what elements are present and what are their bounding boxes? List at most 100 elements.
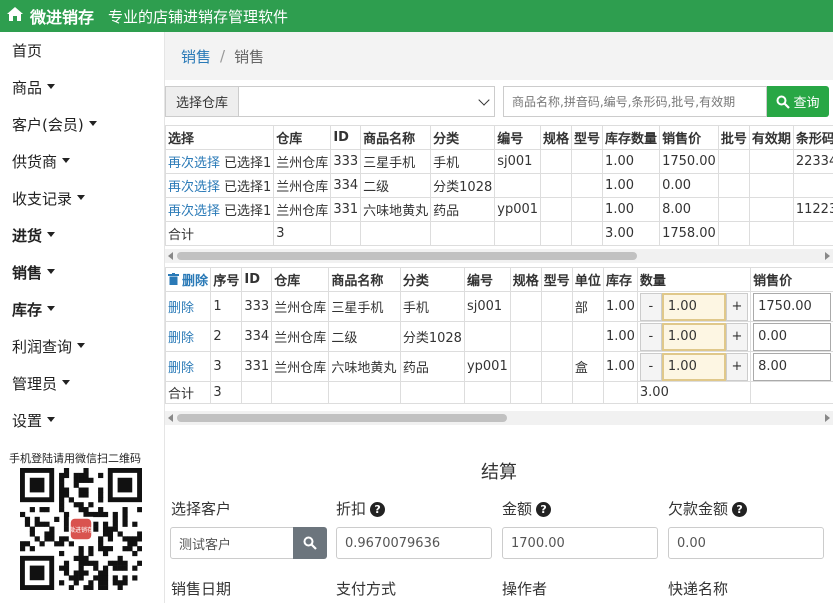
delete-all-button[interactable]: 删除 [182,274,208,289]
results-table: 选择 仓库 ID 商品名称 分类 编号 规格 型号 库存数量 销售价 批号 有效期 条形码 再次选择 已选择… [165,125,833,246]
brand-name[interactable]: 微进销存 [30,4,94,28]
breadcrumb: 销售 / 销售 [165,32,833,80]
home-icon[interactable] [6,6,24,27]
column-header: 商品名称 [328,267,401,292]
results-scrollbar[interactable] [165,249,833,263]
sidebar-item[interactable]: 供货商 [0,143,164,180]
sidebar-item[interactable]: 商品 [0,69,164,106]
table-cell: 1750.00 [659,149,719,174]
column-header: ID [330,125,362,150]
table-cell: 1.00 [602,321,638,352]
scroll-right-icon[interactable] [825,414,830,422]
main-content: 销售 / 销售 选择仓库 商品名称,拼音码,编号,条形码,批号,有效期 查询 选… [165,32,833,603]
increment-button[interactable]: + [725,352,748,381]
decrement-button[interactable]: - [639,352,662,381]
table-cell [750,381,833,404]
cart-scrollbar[interactable] [165,411,833,425]
column-header: 销售价 [659,125,719,150]
table-cell [540,149,573,174]
table-cell [571,221,604,246]
price-input[interactable]: 1750.00 [753,292,832,321]
quantity-input[interactable]: 1.00 [661,322,726,351]
scroll-left-icon[interactable] [168,414,173,422]
table-cell: 0.00 [659,173,719,198]
caret-down-icon [47,232,56,237]
quantity-input[interactable]: 1.00 [661,352,726,381]
help-icon[interactable]: ? [370,502,386,517]
sidebar-item-label: 首页 [12,42,43,60]
scrollbar-thumb[interactable] [177,252,637,260]
reselect-link[interactable]: 再次选择 [168,180,220,195]
sidebar-item[interactable]: 进货 [0,217,164,254]
caret-down-icon [47,306,56,311]
table-cell: 333 [241,291,273,322]
increment-button[interactable]: + [725,322,748,351]
sidebar-item[interactable]: 管理员 [0,365,164,402]
table-cell [540,321,573,352]
reselect-link[interactable]: 再次选择 [168,156,220,171]
qr-center-logo: 微进销存 [69,526,93,534]
table-cell [748,149,794,174]
reselect-link[interactable]: 再次选择 [168,204,220,219]
debt-label-text: 欠款金额 [668,500,729,518]
scroll-left-icon[interactable] [168,252,173,260]
search-button[interactable]: 查询 [767,86,829,117]
delete-row-button[interactable]: 删除 [168,361,194,376]
customer-search-button[interactable] [293,527,327,559]
quantity-cell: -1.00 + [636,321,752,352]
table-cell [571,321,604,352]
sidebar-item[interactable]: 设置 [0,402,164,439]
warehouse-select[interactable] [239,86,495,117]
discount-input[interactable]: 0.9670079636 [336,527,492,559]
table-cell: sj001 [494,149,542,174]
table-row: 删除 2 334 兰州仓库 二级 分类1028 1.00-1.00 +0.00 [165,321,833,352]
sidebar-item[interactable]: 销售 [0,254,164,291]
table-cell [571,149,604,174]
search-icon [303,536,317,550]
table-cell: 兰州仓库 [273,197,332,222]
column-header: 选择 [165,125,275,150]
quantity-input[interactable]: 1.00 [661,292,726,321]
search-input[interactable]: 商品名称,拼音码,编号,条形码,批号,有效期 [503,86,767,117]
price-input[interactable]: 8.00 [753,352,832,381]
delete-row-button[interactable]: 删除 [168,301,194,316]
delete-all-cell: 删除 [165,267,212,292]
sidebar-item[interactable]: 收支记录 [0,180,164,217]
column-header: 序号 [210,267,243,292]
help-icon[interactable]: ? [732,502,748,517]
sidebar-item[interactable]: 首页 [0,32,164,69]
debt-input[interactable]: 0.00 [668,527,824,559]
table-cell [241,381,273,404]
table-cell: 三星手机 [328,291,401,322]
price-input[interactable]: 0.00 [753,322,832,351]
help-icon[interactable]: ? [536,502,552,517]
caret-down-icon [62,158,71,163]
delete-cell: 删除 [165,351,212,382]
delete-cell: 删除 [165,291,212,322]
table-cell [540,381,573,404]
payment-method-label: 支付方式 [336,580,397,598]
table-cell [328,381,401,404]
trash-icon[interactable] [168,273,179,289]
column-header: 规格 [540,125,573,150]
sidebar-item[interactable]: 利润查询 [0,328,164,365]
amount-input[interactable]: 1700.00 [502,527,658,559]
scroll-right-icon[interactable] [825,252,830,260]
table-cell [494,221,542,246]
decrement-button[interactable]: - [639,322,662,351]
table-cell: 盒 [571,351,604,382]
price-cell: 0.00 [750,321,833,352]
sidebar-item-label: 库存 [12,301,43,319]
sidebar-item[interactable]: 库存 [0,291,164,328]
breadcrumb-link-sales[interactable]: 销售 [181,46,211,67]
increment-button[interactable]: + [725,292,748,321]
table-cell: 1.00 [602,351,638,382]
sidebar-item[interactable]: 客户(会员) [0,106,164,143]
quantity-cell: -1.00 + [636,351,752,382]
customer-input[interactable]: 测试客户 [170,527,294,559]
decrement-button[interactable]: - [639,292,662,321]
scrollbar-thumb[interactable] [177,414,507,422]
delete-row-button[interactable]: 删除 [168,331,194,346]
caret-down-icon [47,417,56,422]
chevron-down-icon [478,93,490,106]
